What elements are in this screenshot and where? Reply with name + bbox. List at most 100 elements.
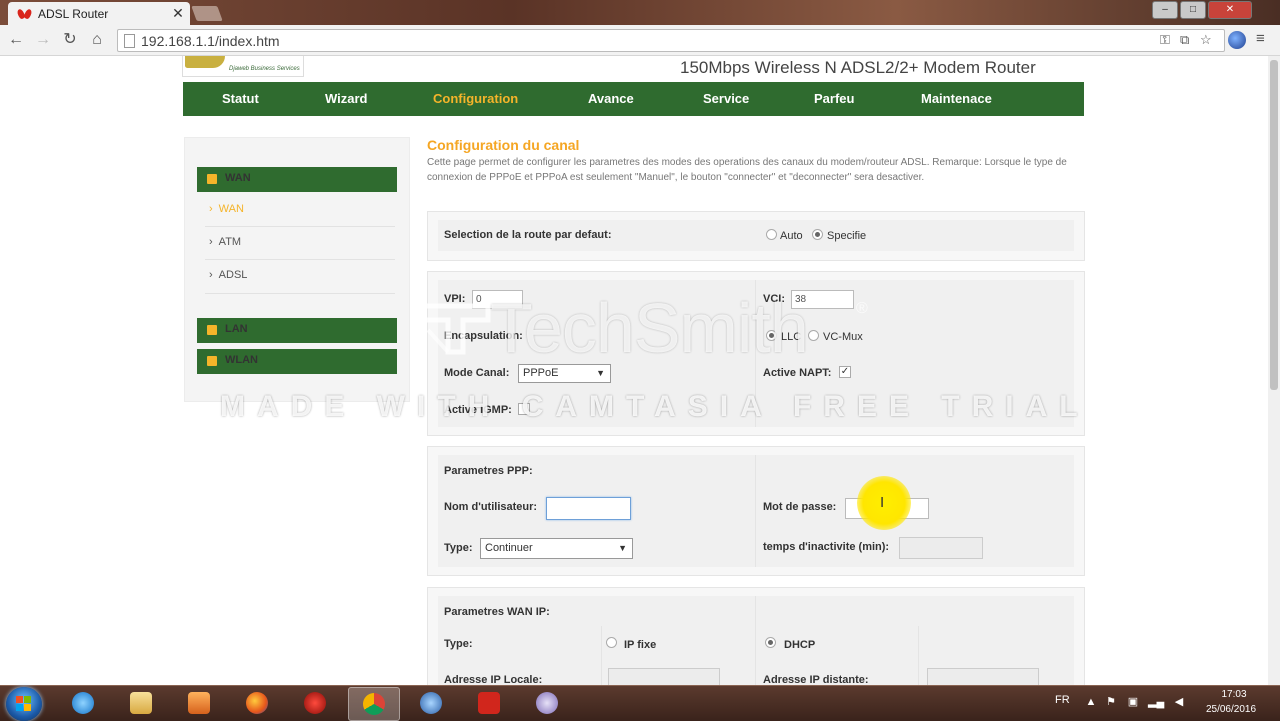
- main-nav: Statut Wizard Configuration Avance Servi…: [183, 82, 1084, 116]
- browser-tab[interactable]: ADSL Router ✕: [8, 2, 190, 25]
- tray-flag-icon[interactable]: ⚑: [1104, 696, 1118, 708]
- local-ip-input[interactable]: [608, 668, 720, 685]
- watermark-registered-mark: ®: [856, 300, 868, 317]
- extension-icon[interactable]: [1228, 31, 1246, 49]
- tray-signal-icon[interactable]: ▂▄: [1148, 696, 1164, 708]
- chevron-right-icon: ›: [209, 269, 213, 281]
- tray-volume-icon[interactable]: ◀: [1172, 696, 1186, 708]
- page-scrollbar[interactable]: [1268, 56, 1280, 685]
- antivirus-icon: [304, 692, 326, 714]
- napt-checkbox[interactable]: ✓: [839, 366, 851, 378]
- remote-ip-input[interactable]: [927, 668, 1039, 685]
- nav-avance[interactable]: Avance: [588, 91, 634, 106]
- checkbox-icon: [207, 356, 217, 366]
- page-icon: [124, 34, 135, 48]
- ppp-type-label: Type:: [444, 542, 473, 554]
- nav-maintenace[interactable]: Maintenace: [921, 91, 992, 106]
- taskbar-thunderbird[interactable]: [406, 687, 456, 719]
- router-page: Djaweb Business Services 150Mbps Wireles…: [0, 56, 1280, 685]
- firefox-icon: [246, 692, 268, 714]
- wanip-panel: Parametres WAN IP: Type: IP fixe DHCP Ad…: [427, 587, 1085, 685]
- window-minimize-button[interactable]: –: [1152, 1, 1178, 19]
- page-title: Configuration du canal: [427, 137, 580, 153]
- sidebar-item-atm[interactable]: › ATM: [209, 236, 241, 248]
- dhcp-label: DHCP: [784, 639, 816, 651]
- address-bar[interactable]: 192.168.1.1/index.htm ⚿ ⧉ ☆: [117, 29, 1225, 52]
- checkbox-icon: [207, 325, 217, 335]
- bookmark-star-icon[interactable]: ☆: [1200, 32, 1212, 48]
- scrollbar-thumb[interactable]: [1270, 60, 1278, 390]
- encap-vcmux-radio[interactable]: [808, 330, 819, 341]
- route-specific-radio[interactable]: [812, 229, 823, 240]
- username-input[interactable]: [546, 497, 631, 520]
- windows-logo-icon: [16, 696, 32, 712]
- thunderbird-icon: [420, 692, 442, 714]
- language-indicator[interactable]: FR: [1055, 694, 1070, 706]
- route-label: Selection de la route par defaut:: [444, 229, 612, 241]
- ip-fixed-label: IP fixe: [624, 639, 657, 651]
- tray-device-icon[interactable]: ▣: [1126, 696, 1140, 708]
- key-icon[interactable]: ⚿: [1160, 32, 1170, 48]
- idle-time-input[interactable]: [899, 537, 983, 559]
- nav-configuration[interactable]: Configuration: [433, 91, 518, 106]
- techsmith-logo-icon: [419, 303, 491, 355]
- sidebar-item-adsl[interactable]: › ADSL: [209, 269, 247, 281]
- browser-titlebar: ADSL Router ✕ – □ ✕: [0, 0, 1280, 25]
- nav-wizard[interactable]: Wizard: [325, 91, 368, 106]
- reload-icon[interactable]: ↻: [59, 30, 81, 50]
- taskbar-camtasia[interactable]: [522, 687, 572, 719]
- tab-close-icon[interactable]: ✕: [170, 5, 186, 22]
- checkbox-icon: [207, 174, 217, 184]
- new-tab-button[interactable]: [191, 6, 223, 21]
- taskbar-file-explorer[interactable]: [116, 687, 166, 719]
- ip-fixed-radio[interactable]: [606, 637, 617, 648]
- windows-taskbar: FR ▲ ⚑ ▣ ▂▄ ◀ 17:03 25/06/2016: [0, 685, 1280, 721]
- wanip-section-title: Parametres WAN IP:: [444, 606, 550, 618]
- translate-icon[interactable]: ⧉: [1180, 32, 1189, 48]
- taskbar-internet-explorer[interactable]: [58, 687, 108, 719]
- forward-arrow-icon[interactable]: →: [32, 30, 54, 50]
- start-button[interactable]: [6, 687, 42, 721]
- route-panel: Selection de la route par defaut: Auto S…: [427, 211, 1085, 261]
- nav-service[interactable]: Service: [703, 91, 749, 106]
- camtasia-icon: [536, 692, 558, 714]
- nav-statut[interactable]: Statut: [222, 91, 259, 106]
- chrome-icon: [363, 693, 385, 715]
- taskbar-firefox[interactable]: [232, 687, 282, 719]
- sidebar-header-wlan[interactable]: WLAN: [197, 349, 397, 374]
- taskbar-antivirus[interactable]: [290, 687, 340, 719]
- sidebar-item-wan[interactable]: › WAN: [209, 203, 244, 215]
- taskbar-media-player[interactable]: [174, 687, 224, 719]
- sidebar-header-lan[interactable]: LAN: [197, 318, 397, 343]
- taskbar-acrobat[interactable]: [464, 687, 514, 719]
- local-ip-label: Adresse IP Locale:: [444, 674, 543, 685]
- window-maximize-button[interactable]: □: [1180, 1, 1206, 19]
- nav-parfeu[interactable]: Parfeu: [814, 91, 854, 106]
- dhcp-radio[interactable]: [765, 637, 776, 648]
- remote-ip-label: Adresse IP distante:: [763, 674, 869, 685]
- sidebar-header-wan[interactable]: WAN: [197, 167, 397, 192]
- ppp-type-select[interactable]: Continuer ▼: [480, 538, 633, 559]
- window-close-button[interactable]: ✕: [1208, 1, 1252, 19]
- back-arrow-icon[interactable]: ←: [5, 30, 27, 50]
- watermark-trial-text: MADE WITH CAMTASIA FREE TRIAL: [220, 390, 1090, 423]
- huawei-favicon-icon: [16, 7, 33, 20]
- chevron-right-icon: ›: [209, 203, 213, 215]
- napt-label: Active NAPT:: [763, 367, 832, 379]
- browser-menu-icon[interactable]: ≡: [1256, 30, 1265, 47]
- route-auto-radio[interactable]: [766, 229, 777, 240]
- clock-time[interactable]: 17:03: [1214, 689, 1254, 700]
- djaweb-logo: Djaweb Business Services: [182, 56, 304, 77]
- browser-toolbar: ← → ↻ ⌂ 192.168.1.1/index.htm ⚿ ⧉ ☆ ≡: [0, 25, 1280, 56]
- password-label: Mot de passe:: [763, 501, 837, 513]
- ppp-section-title: Parametres PPP:: [444, 465, 533, 477]
- home-icon[interactable]: ⌂: [86, 30, 108, 50]
- divider: [205, 293, 395, 294]
- taskbar-chrome[interactable]: [348, 687, 400, 721]
- tray-expand-icon[interactable]: ▲: [1084, 696, 1098, 708]
- url-text: 192.168.1.1/index.htm: [141, 33, 280, 49]
- clock-date[interactable]: 25/06/2016: [1200, 704, 1262, 715]
- watermark-brand: TechSmith: [490, 289, 809, 367]
- page-description: Cette page permet de configurer les para…: [427, 157, 1067, 183]
- username-label: Nom d'utilisateur:: [444, 501, 538, 513]
